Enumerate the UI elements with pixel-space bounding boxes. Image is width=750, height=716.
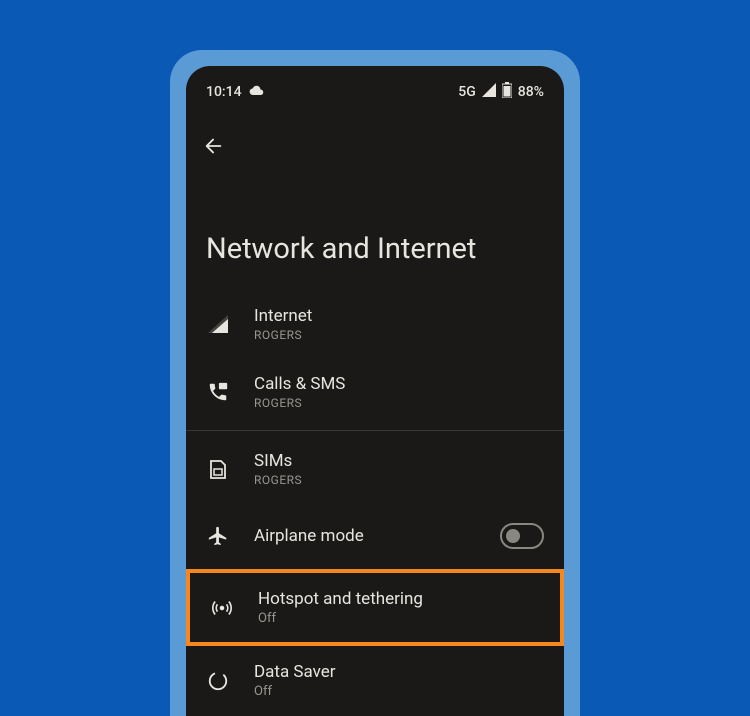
status-time: 10:14 — [206, 84, 242, 100]
item-title: Internet — [254, 306, 544, 326]
list-item-calls[interactable]: Calls & SMS ROGERS — [186, 358, 564, 426]
list-text: Data Saver Off — [254, 662, 544, 699]
status-left: 10:14 — [206, 84, 264, 100]
phone-sms-icon — [206, 380, 230, 404]
item-title: Data Saver — [254, 662, 544, 682]
cloud-icon — [248, 84, 264, 100]
page-title: Network and Internet — [186, 184, 564, 290]
item-subtitle: ROGERS — [254, 328, 544, 342]
network-label: 5G — [458, 84, 476, 100]
airplane-icon — [206, 524, 230, 548]
battery-icon — [502, 82, 512, 102]
list-text: Airplane mode — [254, 526, 476, 546]
phone-screen: 10:14 5G 88% — [186, 66, 564, 716]
list-item-datasaver[interactable]: Data Saver Off — [186, 646, 564, 715]
item-title: Airplane mode — [254, 526, 476, 546]
item-subtitle: ROGERS — [254, 473, 544, 487]
item-subtitle: Off — [254, 684, 544, 699]
item-title: Hotspot and tethering — [258, 589, 540, 609]
battery-label: 88% — [518, 84, 544, 100]
divider — [186, 430, 564, 431]
item-subtitle: Off — [258, 611, 540, 626]
toggle-thumb — [506, 529, 520, 543]
list-item-hotspot[interactable]: Hotspot and tethering Off — [190, 573, 560, 642]
status-bar: 10:14 5G 88% — [186, 66, 564, 112]
list-text: SIMs ROGERS — [254, 451, 544, 487]
item-subtitle: ROGERS — [254, 396, 544, 410]
item-title: Calls & SMS — [254, 374, 544, 394]
arrow-left-icon — [203, 135, 225, 161]
phone-frame: 10:14 5G 88% — [170, 50, 580, 716]
list-item-internet[interactable]: Internet ROGERS — [186, 290, 564, 358]
list-text: Internet ROGERS — [254, 306, 544, 342]
list-item-sims[interactable]: SIMs ROGERS — [186, 435, 564, 503]
header — [186, 112, 564, 184]
signal-icon — [482, 83, 496, 101]
list-text: Calls & SMS ROGERS — [254, 374, 544, 410]
status-right: 5G 88% — [458, 82, 544, 102]
item-title: SIMs — [254, 451, 544, 471]
hotspot-icon — [210, 596, 234, 620]
datasaver-icon — [206, 669, 230, 693]
list-text: Hotspot and tethering Off — [258, 589, 540, 626]
back-button[interactable] — [194, 128, 234, 168]
highlight-box: Hotspot and tethering Off — [186, 569, 564, 646]
wifi-triangle-icon — [206, 312, 230, 336]
airplane-toggle[interactable] — [500, 523, 544, 549]
sim-icon — [206, 457, 230, 481]
list-item-airplane[interactable]: Airplane mode — [186, 503, 564, 569]
